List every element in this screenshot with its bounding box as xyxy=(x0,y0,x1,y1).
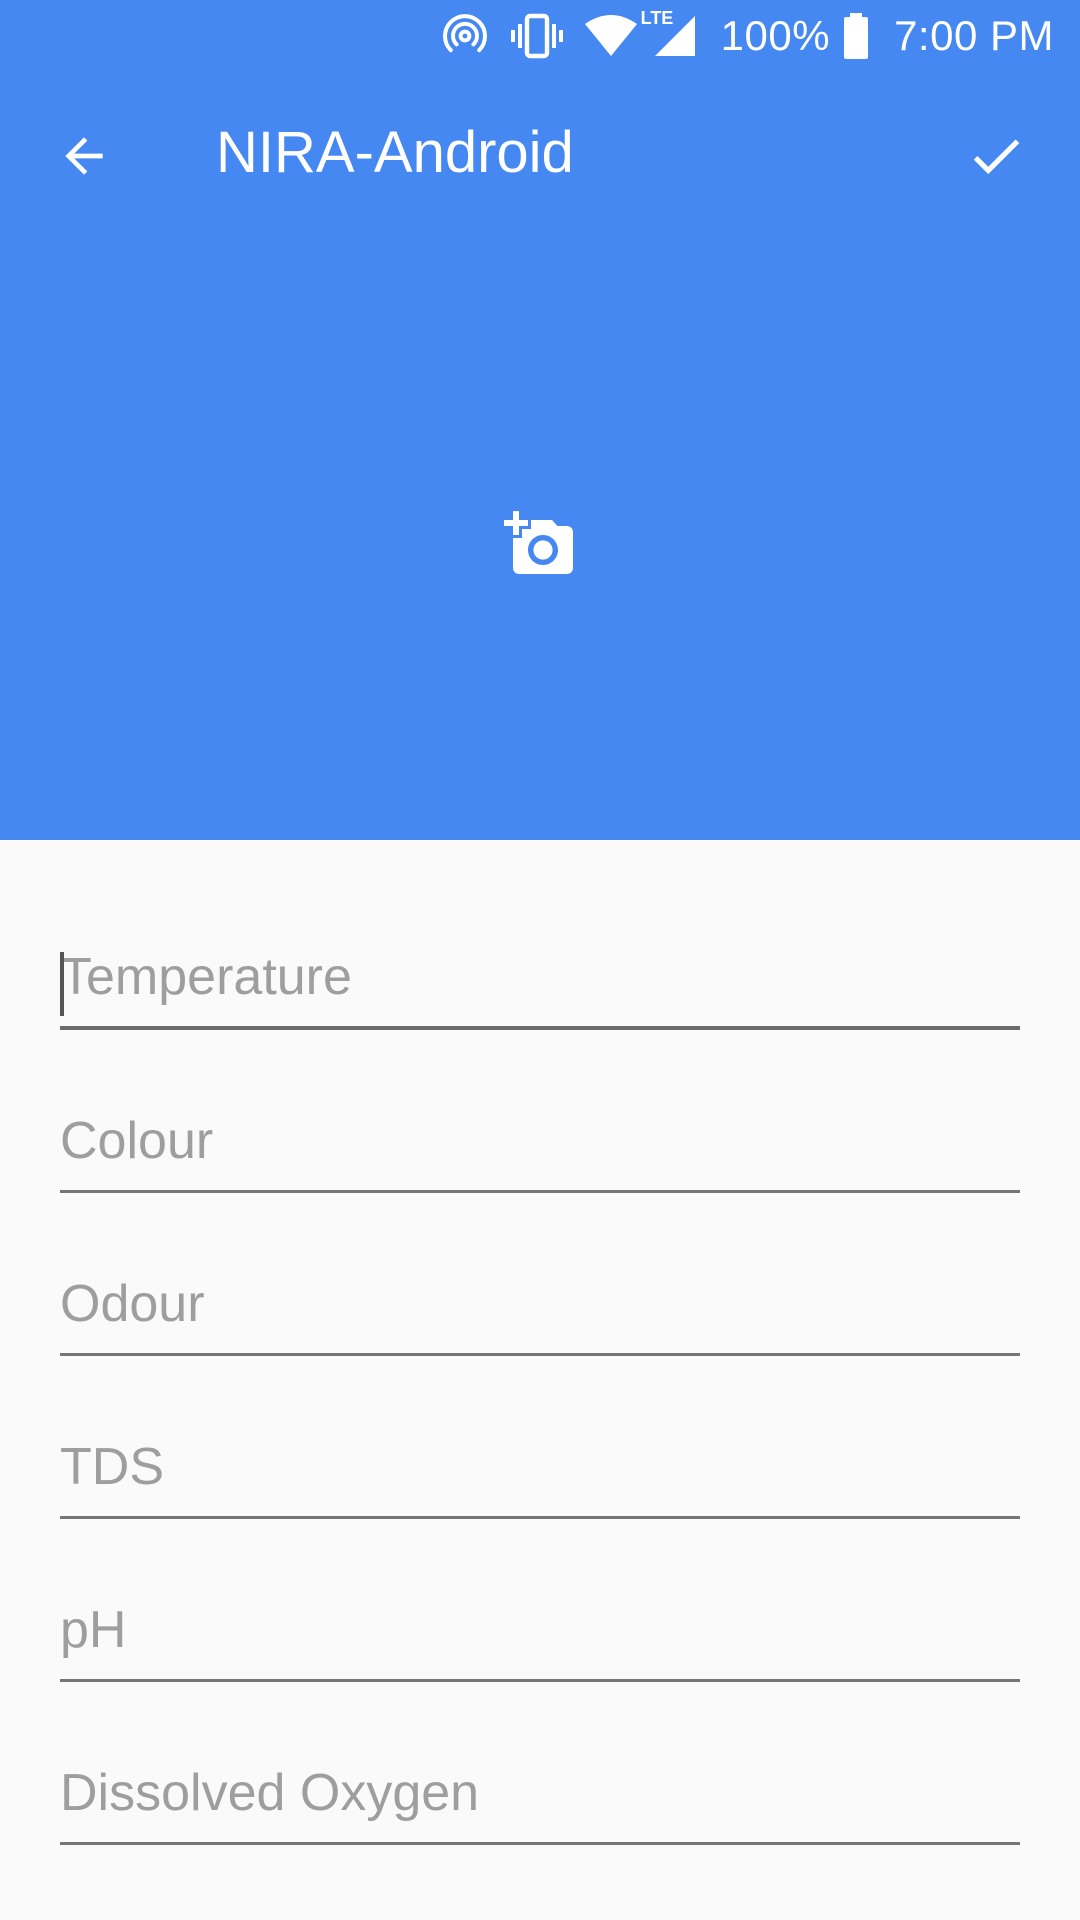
wifi-icon xyxy=(583,12,639,60)
odour-input[interactable] xyxy=(60,1266,1020,1356)
hotspot-icon xyxy=(441,12,489,60)
colour-input[interactable] xyxy=(60,1103,1020,1193)
status-bar: LTE 100% 7:00 PM xyxy=(0,0,1080,72)
clock: 7:00 PM xyxy=(894,12,1054,59)
dissolved-oxygen-input[interactable] xyxy=(60,1755,1020,1845)
lte-label: LTE xyxy=(640,8,674,28)
status-icons: LTE 100% 7:00 PM xyxy=(441,8,1054,60)
battery-icon xyxy=(842,12,870,60)
ph-field xyxy=(60,1572,1020,1682)
battery-percent: 100% xyxy=(720,12,831,59)
lte-signal-icon: LTE xyxy=(641,8,697,60)
odour-field xyxy=(60,1246,1020,1356)
app-title: NIRA-Android xyxy=(216,120,574,185)
arrow-back-icon xyxy=(65,137,103,175)
text-cursor xyxy=(60,952,64,1016)
dissolved-oxygen-field xyxy=(60,1735,1020,1845)
tds-input[interactable] xyxy=(60,1429,1020,1519)
colour-field xyxy=(60,1083,1020,1193)
header-image-area: LTE 100% 7:00 PM NIRA-Android xyxy=(0,0,1080,840)
confirm-button[interactable] xyxy=(954,114,1038,198)
add-a-photo-icon xyxy=(504,511,573,574)
toolbar: NIRA-Android xyxy=(0,72,1080,240)
temperature-input[interactable] xyxy=(60,940,1020,1030)
vibrate-icon xyxy=(509,12,565,60)
tds-field xyxy=(60,1409,1020,1519)
add-photo-button[interactable] xyxy=(496,500,584,588)
ph-input[interactable] xyxy=(60,1592,1020,1682)
temperature-field xyxy=(60,920,1020,1030)
back-button[interactable] xyxy=(42,114,126,198)
check-icon xyxy=(973,139,1020,175)
